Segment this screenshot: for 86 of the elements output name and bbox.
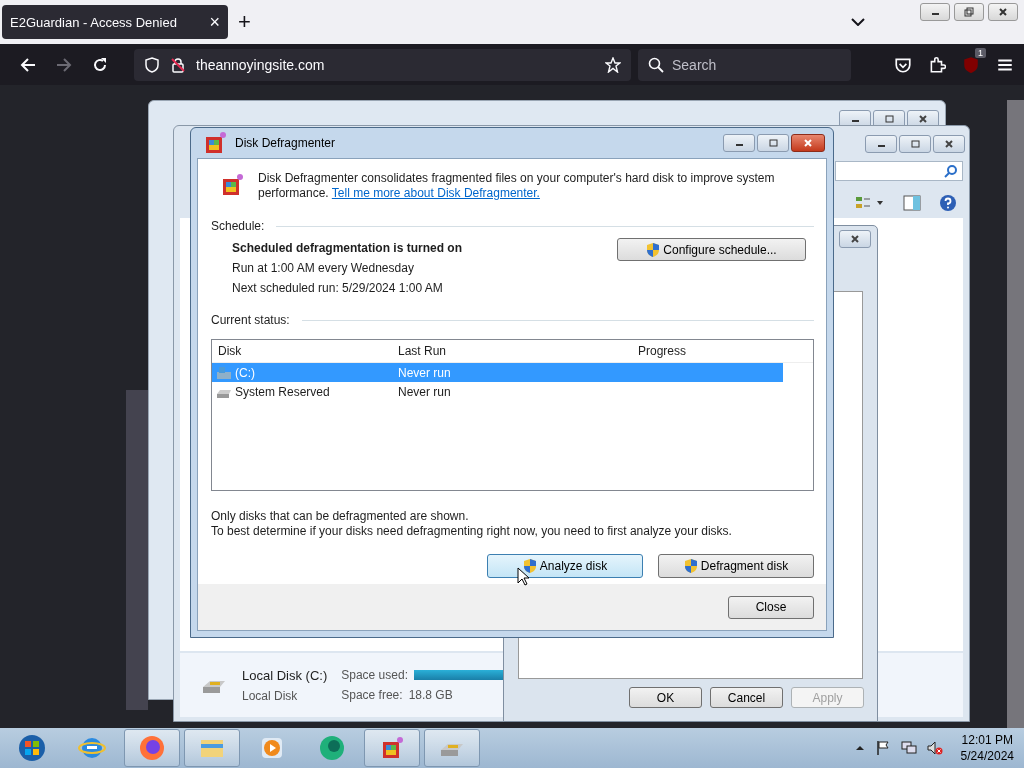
disk-row[interactable]: System Reserved Never run bbox=[212, 382, 783, 401]
last-run-cell-text: Never run bbox=[397, 365, 452, 380]
close-button[interactable] bbox=[791, 134, 825, 152]
search-field[interactable]: Search bbox=[638, 48, 851, 81]
browser-tab[interactable]: E2Guardian - Access Denied × bbox=[2, 5, 228, 39]
maximize-icon bbox=[768, 138, 778, 148]
address-bar[interactable]: theannoyingsite.com bbox=[134, 48, 631, 81]
muted-speaker-icon[interactable] bbox=[926, 740, 943, 756]
ublock-icon[interactable] bbox=[962, 55, 980, 74]
taskbar-button[interactable] bbox=[424, 729, 480, 767]
action-button[interactable]: Defragment disk bbox=[658, 554, 814, 578]
lock-icon[interactable] bbox=[170, 56, 186, 73]
maximize-icon bbox=[910, 139, 920, 149]
schedule-text: Run at 1:00 AM every Wednesday bbox=[232, 261, 415, 275]
close-dialog-button[interactable]: Close bbox=[728, 595, 814, 619]
flag-icon[interactable] bbox=[874, 740, 891, 756]
configure-schedule-button[interactable]: Configure schedule... bbox=[617, 238, 806, 261]
close-icon bbox=[998, 7, 1008, 17]
section-label: Current status: bbox=[211, 313, 290, 327]
schedule-status: Scheduled defragmentation is turned on bbox=[232, 241, 464, 255]
space-used-label: Space used: bbox=[341, 668, 408, 682]
minimize-button[interactable] bbox=[920, 3, 950, 21]
note-text: Only disks that can be defragmented are shown. bbox=[211, 509, 470, 523]
dialog-button[interactable]: Cancel bbox=[710, 687, 783, 708]
taskbar-button[interactable] bbox=[124, 729, 180, 767]
tab-close-button[interactable]: × bbox=[209, 11, 220, 33]
shield-icon[interactable] bbox=[144, 56, 160, 73]
maximize-icon bbox=[884, 114, 894, 124]
cursor-icon bbox=[517, 567, 529, 586]
new-tab-button[interactable]: + bbox=[238, 9, 258, 35]
minimize-button[interactable] bbox=[723, 134, 755, 152]
minimize-button[interactable] bbox=[865, 135, 897, 153]
star-icon[interactable] bbox=[605, 56, 621, 73]
column-header[interactable]: Last Run bbox=[392, 344, 632, 358]
swirl-icon[interactable] bbox=[318, 734, 346, 762]
close-button[interactable] bbox=[988, 3, 1018, 21]
close-button[interactable] bbox=[839, 230, 871, 248]
intro-text: Disk Defragmenter consolidates fragmented files on your computer's hard disk to improve system performance. Tell me more about Disk Defragmenter. bbox=[258, 171, 776, 201]
close-icon bbox=[850, 234, 860, 244]
shield-icon bbox=[683, 558, 698, 574]
search-icon bbox=[648, 56, 664, 73]
view-options-icon[interactable] bbox=[855, 195, 885, 211]
close-icon bbox=[918, 114, 928, 124]
search-field[interactable] bbox=[835, 161, 963, 181]
extension-badge: 1 bbox=[975, 47, 986, 58]
close-icon bbox=[944, 139, 954, 149]
disk-name: System Reserved bbox=[235, 384, 330, 399]
dialog-button[interactable]: OK bbox=[629, 687, 702, 708]
firefox-icon[interactable] bbox=[138, 734, 166, 762]
clock[interactable]: 12:01 PM 5/24/2024 bbox=[960, 733, 1014, 763]
back-icon[interactable] bbox=[20, 56, 36, 73]
system-drive-icon bbox=[216, 365, 232, 380]
space-free-value: 18.8 GB bbox=[408, 688, 453, 702]
help-icon[interactable] bbox=[939, 194, 957, 212]
drive-name: Local Disk (C:) bbox=[242, 667, 328, 683]
next-run-text: Next scheduled run: 5/29/2024 1:00 AM bbox=[232, 281, 444, 295]
taskbar-button[interactable] bbox=[364, 729, 420, 767]
url-text: theannoyingsite.com bbox=[196, 56, 326, 73]
column-header[interactable]: Progress bbox=[632, 344, 776, 358]
restore-button[interactable] bbox=[954, 3, 984, 21]
help-link[interactable]: Tell me more about Disk Defragmenter. bbox=[331, 186, 540, 200]
action-button[interactable]: Analyze disk bbox=[487, 554, 643, 578]
drive-type: Local Disk bbox=[242, 688, 299, 703]
section-label: Schedule: bbox=[211, 219, 265, 233]
tab-title: E2Guardian - Access Denied bbox=[10, 14, 177, 30]
note-text: To best determine if your disks need defragmenting right now, you need to first analyze your disks. bbox=[211, 524, 733, 538]
network-icon[interactable] bbox=[900, 740, 917, 756]
shield-icon bbox=[522, 558, 537, 574]
forward-icon[interactable] bbox=[56, 56, 72, 73]
shield-icon bbox=[646, 241, 661, 258]
caret-up-icon[interactable] bbox=[854, 745, 865, 751]
reload-icon[interactable] bbox=[92, 56, 108, 73]
preview-pane-icon[interactable] bbox=[903, 195, 921, 211]
column-header[interactable]: Disk bbox=[212, 344, 392, 358]
disk-name: (C:) bbox=[235, 365, 255, 380]
start-button[interactable] bbox=[18, 734, 46, 762]
chevron-down-icon[interactable] bbox=[851, 18, 865, 26]
search-icon bbox=[944, 164, 958, 178]
window-title: Disk Defragmenter bbox=[235, 136, 336, 150]
close-icon bbox=[803, 138, 813, 148]
space-free-label: Space free: bbox=[341, 688, 403, 702]
close-button[interactable] bbox=[933, 135, 965, 153]
puzzle-icon[interactable] bbox=[928, 55, 946, 74]
last-run-cell-text: Never run bbox=[397, 384, 452, 399]
taskbar-button[interactable] bbox=[184, 729, 240, 767]
restore-icon bbox=[964, 7, 974, 17]
